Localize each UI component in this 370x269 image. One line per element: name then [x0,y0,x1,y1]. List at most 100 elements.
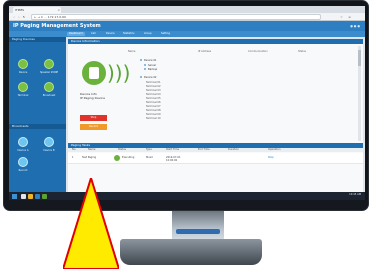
terminal-icon[interactable] [18,82,28,92]
monitor-screen: ITPMS × ‹ › ↻ ← → C ··· 172.17.0.60 ☆ ≡ … [9,6,365,201]
tree-node-icon [144,64,146,66]
photo-stage: ITPMS × ‹ › ↻ ← → C ··· 172.17.0.60 ☆ ≡ … [0,0,370,269]
star-icon[interactable]: ☆ [339,15,344,19]
app-header: IP Paging Management System ● ● ● [9,21,365,31]
stop-button[interactable]: Stop [80,115,107,121]
list-item[interactable]: Terminal 10 [146,117,161,120]
column-header: No. [72,148,77,151]
forward-icon[interactable]: › [17,15,21,19]
status-ok-icon [114,155,120,161]
tree-item-label: Server [148,64,157,67]
column-header: Duration [228,148,239,151]
table-row[interactable]: 1 Test Paging Executing Music 2019-07-01… [68,153,363,164]
annotation-triangle-shape [63,178,119,269]
list-item[interactable]: Terminal 01 [146,81,161,84]
sidebar: Paging Devices Device Speaker ZONE Termi… [9,37,66,201]
device-a-icon[interactable] [18,137,28,147]
sidebar-section-title: Broadcasts [9,124,66,129]
column-header: Type [146,148,152,151]
list-item[interactable]: Terminal 09 [146,113,161,116]
device-icon[interactable] [18,59,28,69]
browser-icon[interactable] [35,194,40,199]
browser-tab-bar: ITPMS × [9,6,365,13]
tree-node-icon [140,76,142,78]
monitor-stand-base [120,239,262,265]
column-header: Name [128,50,136,53]
device-b-icon[interactable] [44,137,54,147]
sidebar-item-label: Device [18,71,28,74]
back-icon[interactable]: ‹ [12,15,16,19]
broadcast-icon[interactable] [44,82,54,92]
list-item[interactable]: Terminal 03 [146,89,161,92]
tab-group[interactable]: Group [142,32,154,36]
tree-item-label: Device 01 [144,59,157,62]
sidebar-item-label: Speaker ZONE [39,71,59,74]
user-menu-icon[interactable]: ● ● ● [350,24,360,28]
panel-title: Device Information [68,39,363,44]
tree-item[interactable]: Device 02 [140,76,157,79]
stop-link[interactable]: Stop [268,156,274,159]
column-header: Communication [248,50,268,53]
monitor-bezel [4,200,368,210]
address-bar: ‹ › ↻ ← → C ··· 172.17.0.60 ☆ ≡ [9,13,365,21]
sidebar-item-label: Record [18,169,28,172]
app-icon[interactable] [42,194,47,199]
task-type: Music [146,156,154,159]
tab-call[interactable]: Call [89,32,98,36]
column-header: Start Time [166,148,180,151]
menu-icon[interactable]: ≡ [347,15,352,19]
app-title: IP Paging Management System [13,23,101,29]
list-item[interactable]: Terminal 02 [146,85,161,88]
tree-item[interactable]: Device 01 [140,59,157,62]
tab-statistics[interactable]: Statistics [121,32,136,36]
task-status: Executing [122,156,135,159]
tab-device[interactable]: Device [104,32,117,36]
reload-icon[interactable]: ↻ [22,15,26,19]
tree-item[interactable]: Server [144,64,156,67]
url-field[interactable]: ← → C ··· 172.17.0.60 [31,14,321,20]
browser-tab-title: ITPMS [15,8,25,12]
list-item[interactable]: Terminal 08 [146,109,161,112]
device-info: Device Info IP Paging Device [80,92,105,100]
column-header: Status [298,50,306,53]
task-time: 2019-07-01 10:00:00 [166,156,181,162]
sidebar-item-label: Broadcast [42,94,56,97]
column-header: Name [88,148,96,151]
monitor-stand-neck [172,211,224,241]
scrollbar-thumb[interactable] [358,50,361,66]
list-item[interactable]: Terminal 05 [146,97,161,100]
tree-node-icon [144,68,146,70]
column-header: Operation [268,148,281,151]
sidebar-item-label: Terminal [17,94,29,97]
monitor: ITPMS × ‹ › ↻ ← → C ··· 172.17.0.60 ☆ ≡ … [3,0,369,211]
column-header: IP Address [198,50,211,53]
start-icon[interactable] [12,194,17,199]
list-item[interactable]: Terminal 04 [146,93,161,96]
record-icon[interactable] [18,157,28,167]
row-number: 1 [72,156,74,159]
main-panel: Device Information Name IP Address Commu… [68,39,363,199]
phone-icon [89,67,99,79]
list-item[interactable]: Terminal 07 [146,105,161,108]
list-item[interactable]: Terminal 06 [146,101,161,104]
speaker-icon[interactable] [44,59,54,69]
tab-dashboard[interactable]: Dashboard [67,32,85,36]
scrollbar[interactable] [358,46,361,141]
annotation-triangle [63,178,119,269]
column-header: Status [118,148,126,151]
folder-icon[interactable] [28,194,33,199]
tasks-table-header: No. Name Status Type Start Time End Time… [68,148,363,152]
column-header: End Time [198,148,210,151]
search-icon[interactable] [21,194,26,199]
sidebar-item-label: Device B [43,149,55,152]
tree-item[interactable]: Backup [144,68,157,71]
monitor-stand-ring [176,229,220,234]
tree-item-label: Device 02 [144,76,157,79]
task-name: Test Paging [82,156,97,159]
tab-setting[interactable]: Setting [159,32,172,36]
clock: 10:45 AM [349,193,361,196]
record-button[interactable]: Record [80,124,107,130]
tree-item-label: Backup [148,68,158,71]
tree-node-icon [140,59,142,61]
device-info-sub: IP Paging Device [80,96,105,100]
